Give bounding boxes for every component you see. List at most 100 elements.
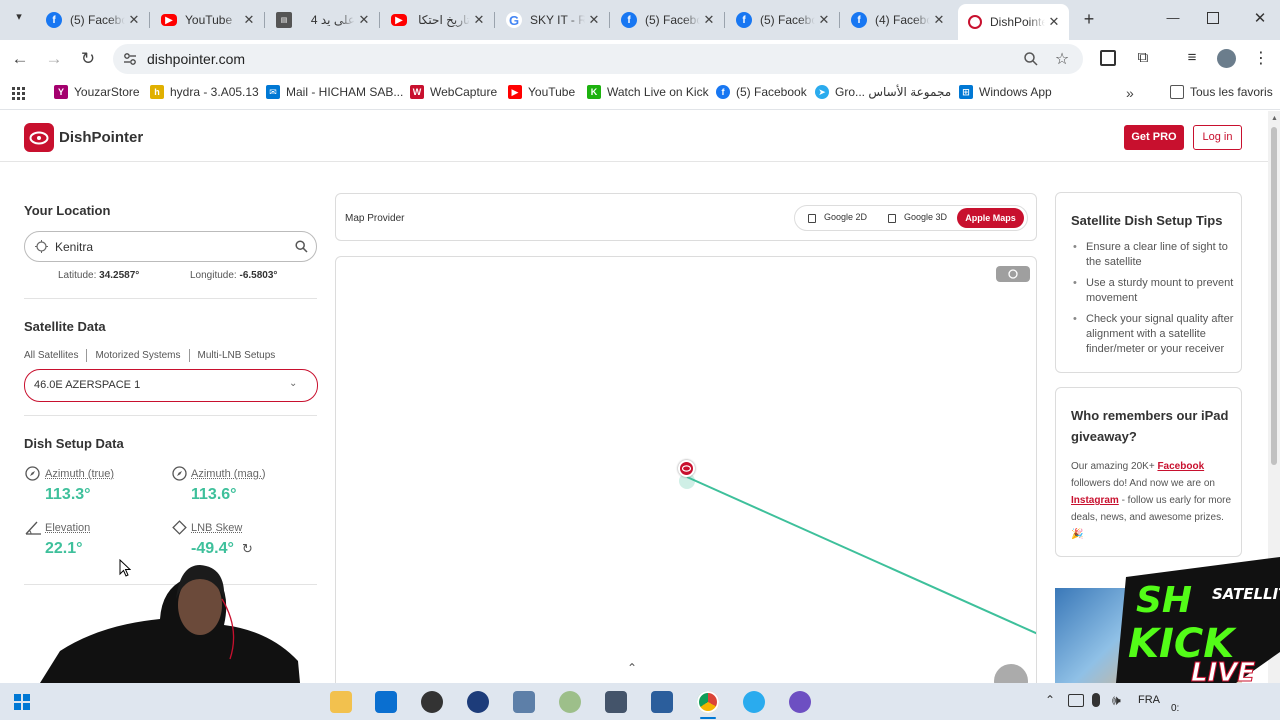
tab-1[interactable]: f (5) Facebook ✕	[36, 6, 149, 34]
network-status-icon[interactable]	[1068, 694, 1084, 707]
terminal-app-icon[interactable]	[513, 691, 535, 713]
bookmark-facebook[interactable]: f (5) Facebook	[716, 85, 807, 99]
bookmark-telegram-group[interactable]: ➤ Gro... مجموعة الأساس	[815, 85, 951, 99]
close-tab-icon[interactable]: ✕	[240, 12, 258, 28]
close-tab-icon[interactable]: ✕	[815, 12, 833, 28]
lnb-skew-label[interactable]: LNB Skew	[191, 522, 242, 534]
url-text[interactable]: dishpointer.com	[147, 51, 245, 67]
option-google-3d[interactable]: Google 3D	[888, 212, 947, 223]
search-icon[interactable]	[295, 240, 308, 253]
tab-all-satellites[interactable]: All Satellites	[24, 350, 78, 361]
show-hidden-icons-chevron-icon[interactable]: ⌃	[1045, 693, 1055, 707]
profile-avatar[interactable]	[1217, 49, 1236, 68]
minimize-window-icon[interactable]: —	[1163, 10, 1183, 28]
apps-grid-icon[interactable]	[12, 87, 26, 101]
restore-window-icon[interactable]	[1207, 12, 1219, 24]
tab-dishpointer-active[interactable]: DishPointer ✕	[958, 4, 1069, 40]
camera-app-icon[interactable]	[467, 691, 489, 713]
extension-icon[interactable]	[1100, 50, 1116, 66]
bookmark-windows-app[interactable]: ⊞ Windows App	[959, 85, 1052, 99]
all-bookmarks-folder[interactable]: Tous les favoris	[1170, 85, 1273, 99]
tab-3[interactable]: ▤ على يد 4 ✕	[266, 6, 379, 34]
elevation-label[interactable]: Elevation	[45, 522, 90, 534]
browser-menu-icon[interactable]: ⋮	[1253, 49, 1269, 69]
site-info-icon[interactable]	[123, 52, 137, 66]
new-tab-icon[interactable]: +	[1079, 9, 1099, 29]
tab-8[interactable]: f (4) Facebook ✕	[841, 6, 954, 34]
map-view[interactable]	[335, 256, 1037, 683]
get-pro-button[interactable]: Get PRO	[1124, 125, 1184, 150]
bookmark-webcapture[interactable]: W WebCapture	[410, 85, 497, 99]
lock-icon	[888, 213, 896, 223]
location-search-input[interactable]: Kenitra	[55, 240, 93, 254]
expand-panel-chevron-icon[interactable]: ⌃	[620, 661, 644, 677]
bookmark-label: WebCapture	[430, 85, 498, 99]
media-control-icon[interactable]: ≡	[1183, 49, 1201, 67]
paint-app-icon[interactable]	[559, 691, 581, 713]
tab-title: DishPointer	[990, 15, 1045, 29]
rotate-skew-icon[interactable]: ↻	[242, 541, 253, 557]
forward-icon[interactable]: →	[44, 49, 64, 69]
dishpointer-logo[interactable]: DishPointer	[24, 123, 154, 152]
calculator-icon[interactable]	[605, 691, 627, 713]
bookmark-youzarstore[interactable]: Y YouzarStore	[54, 85, 140, 99]
address-bar[interactable]: dishpointer.com ☆	[113, 44, 1083, 74]
satellite-app-icon[interactable]	[789, 691, 811, 713]
volume-icon[interactable]: 🕪	[1112, 692, 1121, 709]
instagram-link[interactable]: Instagram	[1071, 495, 1119, 506]
bookmark-mail[interactable]: ✉ Mail - HICHAM SAB...	[266, 85, 403, 99]
scroll-up-arrow[interactable]: ▲	[1271, 115, 1278, 122]
tab-search-button[interactable]: ▾	[8, 10, 30, 30]
bookmark-kick[interactable]: K Watch Live on Kick	[587, 85, 709, 99]
option-google-2d[interactable]: Google 2D	[808, 212, 867, 223]
close-tab-icon[interactable]: ✕	[355, 12, 373, 28]
youtube-icon: ▶	[391, 14, 407, 26]
scrollbar-thumb[interactable]	[1271, 127, 1277, 465]
zoom-icon[interactable]	[1023, 51, 1039, 67]
bookmark-label: YouTube	[528, 85, 576, 99]
location-pin-icon[interactable]	[678, 460, 695, 477]
location-search-box[interactable]: Kenitra	[24, 231, 317, 262]
more-bookmarks-icon[interactable]: »	[1126, 85, 1140, 101]
input-language-indicator[interactable]: FRA	[1138, 694, 1160, 706]
extensions-puzzle-icon[interactable]: ⧉	[1134, 49, 1152, 67]
close-tab-icon[interactable]: ✕	[125, 12, 143, 28]
locate-crosshair-icon[interactable]	[35, 240, 48, 253]
microphone-icon[interactable]	[1092, 693, 1100, 707]
tab-2[interactable]: ▶ YouTube ✕	[151, 6, 264, 34]
bookmark-star-icon[interactable]: ☆	[1053, 49, 1071, 68]
close-tab-icon[interactable]: ✕	[470, 12, 488, 28]
bookmark-label: (5) Facebook	[736, 85, 807, 99]
reload-icon[interactable]: ↻	[78, 49, 98, 69]
divider	[24, 415, 317, 416]
tab-4[interactable]: ▶ تاريخ احتكا ✕	[381, 6, 494, 34]
login-button[interactable]: Log in	[1193, 125, 1242, 150]
tab-7[interactable]: f (5) Facebook ✕	[726, 6, 839, 34]
tab-5[interactable]: G SKY IT - R ✕	[496, 6, 609, 34]
azimuth-mag-label[interactable]: Azimuth (mag.)	[191, 468, 266, 480]
network-app-icon[interactable]	[651, 691, 673, 713]
bookmark-hydra[interactable]: h hydra - 3.A05.13	[150, 85, 259, 99]
back-icon[interactable]: ←	[10, 49, 30, 69]
azimuth-true-label[interactable]: Azimuth (true)	[45, 468, 114, 480]
option-apple-maps-selected[interactable]: Apple Maps	[957, 208, 1024, 228]
satellite-select[interactable]: 46.0E AZERSPACE 1 ⌄	[24, 369, 318, 402]
clock-time-partial[interactable]: 0:	[1171, 703, 1179, 714]
close-tab-icon[interactable]: ✕	[585, 12, 603, 28]
speedometer-app-icon[interactable]	[421, 691, 443, 713]
telegram-icon[interactable]	[743, 691, 765, 713]
store-icon[interactable]	[375, 691, 397, 713]
facebook-icon: f	[736, 12, 752, 28]
close-tab-icon[interactable]: ✕	[700, 12, 718, 28]
chrome-icon[interactable]	[697, 691, 719, 713]
tab-6[interactable]: f (5) Facebook ✕	[611, 6, 724, 34]
windows-start-icon[interactable]	[14, 694, 30, 710]
file-explorer-icon[interactable]	[330, 691, 352, 713]
close-tab-icon[interactable]: ✕	[930, 12, 948, 28]
tab-motorized-systems[interactable]: Motorized Systems	[95, 350, 180, 361]
close-tab-icon[interactable]: ✕	[1045, 14, 1063, 30]
close-window-icon[interactable]: ✕	[1250, 9, 1270, 29]
tab-multi-lnb-setups[interactable]: Multi-LNB Setups	[198, 350, 276, 361]
bookmark-youtube[interactable]: ▶ YouTube	[508, 85, 575, 99]
facebook-link[interactable]: Facebook	[1157, 461, 1204, 472]
